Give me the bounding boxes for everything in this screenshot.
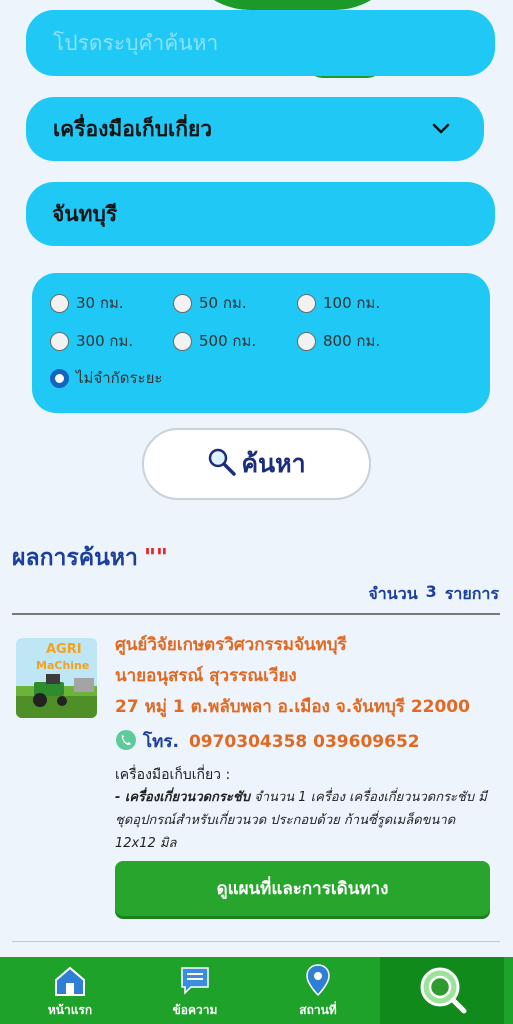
chevron-down-icon	[432, 120, 450, 139]
nav-places[interactable]: สถานที่	[278, 957, 358, 1024]
phone-icon	[115, 729, 137, 755]
results-count-value: 3	[425, 582, 437, 601]
search-button[interactable]: ค้นหา	[142, 428, 371, 500]
results-count-label: จำนวน	[368, 584, 418, 603]
radio-circle[interactable]	[50, 331, 69, 351]
results-title-text: ผลการค้นหา	[12, 545, 138, 571]
map-pin-icon	[305, 963, 331, 1001]
results-title: ผลการค้นหา ""	[12, 540, 168, 576]
home-icon	[52, 965, 88, 1001]
radio-distance-800[interactable]: 800 กม.	[297, 329, 380, 353]
radio-circle[interactable]	[173, 293, 192, 313]
magnifier-icon	[207, 447, 237, 481]
thumb-brand-line1: AGRI	[46, 642, 82, 657]
radio-distance-100[interactable]: 100 กม.	[297, 291, 380, 315]
search-globe-icon	[416, 963, 468, 1019]
nav-places-label: สถานที่	[299, 1003, 337, 1017]
view-map-button[interactable]: ดูแผนที่และการเดินทาง	[115, 861, 490, 916]
header-banner-decoration	[180, 0, 405, 10]
radio-label: 800 กม.	[323, 332, 381, 350]
nav-messages-label: ข้อความ	[172, 1003, 218, 1017]
result-address: 27 หมู่ 1 ต.พลับพลา อ.เมือง จ.จันทบุรี 2…	[115, 697, 470, 717]
results-count-unit: รายการ	[444, 584, 499, 603]
radio-label: 50 กม.	[199, 294, 247, 312]
nav-messages[interactable]: ข้อความ	[155, 957, 235, 1024]
search-input[interactable]	[53, 31, 495, 55]
radio-label: 300 กม.	[76, 332, 134, 350]
message-icon	[179, 965, 211, 1001]
results-count: จำนวน 3 รายการ	[368, 582, 499, 607]
results-divider	[12, 613, 500, 615]
radio-label: ไม่จำกัดระยะ	[76, 369, 163, 387]
province-select-value: จันทบุรี	[52, 201, 118, 226]
radio-distance-unlimited[interactable]: ไม่จำกัดระยะ	[50, 366, 162, 390]
result-phone-row[interactable]: โทร. 0970304358 039609652	[115, 728, 420, 755]
thumb-brand-line2: MaChine	[36, 659, 90, 672]
radio-label: 500 กม.	[199, 332, 257, 350]
radio-distance-50[interactable]: 50 กม.	[173, 291, 247, 315]
phone-label: โทร.	[143, 732, 179, 752]
result-item-divider	[12, 941, 500, 942]
result-person: นายอนุสรณ์ สุวรรณเวียง	[115, 666, 297, 686]
nav-home-label: หน้าแรก	[47, 1003, 93, 1017]
equipment-description: - เครื่องเกี่ยวนวดกระชับ จำนวน 1 เครื่อง…	[115, 786, 495, 855]
result-thumbnail[interactable]: AGRI MaChine	[16, 638, 97, 718]
category-select[interactable]: เครื่องมือเก็บเกี่ยว	[26, 97, 484, 161]
radio-label: 30 กม.	[76, 294, 124, 312]
distance-radio-group: 30 กม. 50 กม. 100 กม. 300 กม. 500 กม. 80…	[32, 273, 490, 413]
radio-circle-selected[interactable]	[50, 368, 69, 388]
radio-circle[interactable]	[297, 293, 316, 313]
nav-home[interactable]: หน้าแรก	[30, 957, 110, 1024]
equipment-heading: เครื่องมือเก็บเกี่ยว :	[115, 767, 231, 783]
radio-circle[interactable]	[173, 331, 192, 351]
results-query: ""	[143, 545, 168, 571]
result-org: ศูนย์วิจัยเกษตรวิศวกรรมจันทบุรี	[115, 635, 347, 655]
category-select-value: เครื่องมือเก็บเกี่ยว	[53, 116, 213, 141]
province-select[interactable]: จันทบุรี	[26, 182, 495, 246]
bottom-nav: หน้าแรก ข้อความ สถานที่	[0, 957, 513, 1024]
radio-circle[interactable]	[297, 331, 316, 351]
radio-distance-500[interactable]: 500 กม.	[173, 329, 256, 353]
search-button-label: ค้นหา	[241, 449, 306, 478]
radio-circle[interactable]	[50, 293, 69, 313]
phone-numbers[interactable]: 0970304358 039609652	[189, 732, 420, 752]
search-field[interactable]	[26, 10, 495, 76]
radio-label: 100 กม.	[323, 294, 381, 312]
radio-distance-30[interactable]: 30 กม.	[50, 291, 124, 315]
view-map-button-label: ดูแผนที่และการเดินทาง	[216, 879, 389, 899]
equipment-name: - เครื่องเกี่ยวนวดกระชับ	[115, 790, 250, 805]
nav-search-active[interactable]	[380, 957, 504, 1024]
radio-distance-300[interactable]: 300 กม.	[50, 329, 133, 353]
